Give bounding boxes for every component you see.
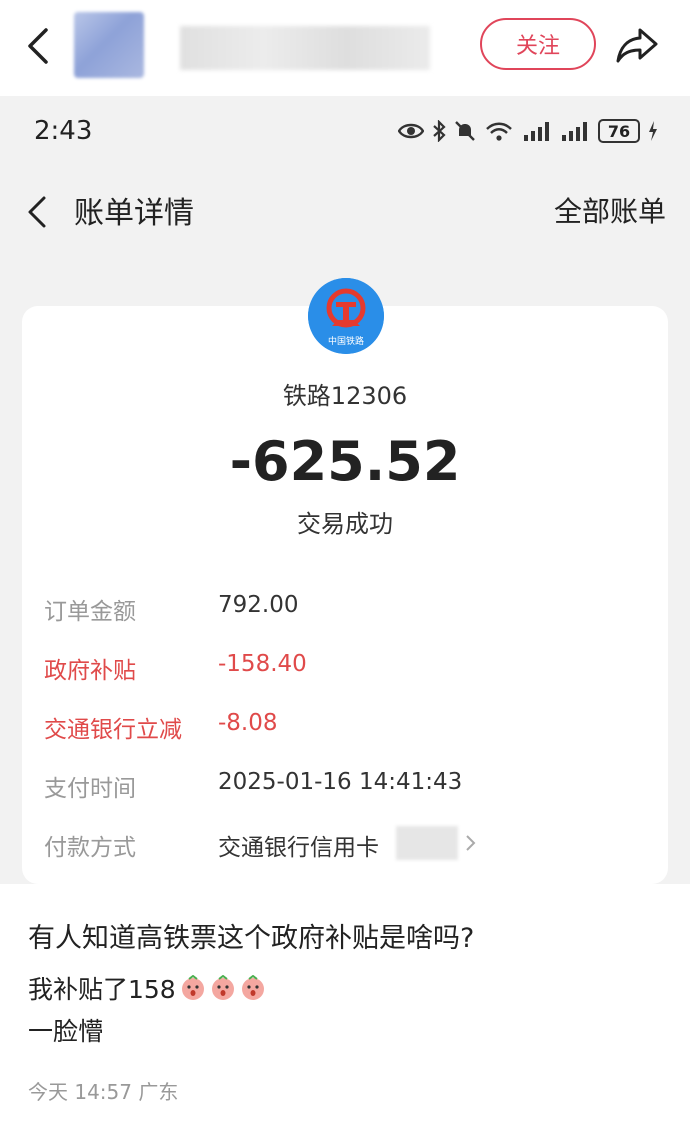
china-railway-logo-icon: 中国铁路: [308, 278, 384, 354]
detail-value: -158.40: [218, 651, 307, 677]
signal-icon: [524, 122, 549, 141]
transaction-status: 交易成功: [297, 510, 393, 538]
author-name-blurred[interactable]: [180, 26, 430, 70]
bill-card: 中国铁路 铁路12306 -625.52 交易成功 订单金额 792.00 政府…: [22, 278, 668, 884]
bill-back-icon[interactable]: [22, 192, 52, 232]
share-icon[interactable]: [614, 24, 660, 66]
detail-label: 政府补贴: [44, 658, 136, 684]
mute-bell-icon: [455, 121, 475, 141]
post-title: 有人知道高铁票这个政府补贴是啥吗?: [28, 923, 475, 954]
charging-icon: [649, 121, 657, 141]
detail-row-payment-time: 支付时间 2025-01-16 14:41:43: [44, 763, 644, 803]
bluetooth-icon: [433, 120, 446, 142]
all-bills-link[interactable]: 全部账单: [554, 190, 666, 230]
status-time: 2:43: [34, 116, 93, 146]
eye-icon: [398, 123, 424, 139]
card-number-blurred: [396, 826, 458, 860]
merchant-name: 铁路12306: [282, 382, 408, 410]
signal-2-icon: [562, 122, 587, 141]
post-body-line-1: 我补贴了158: [28, 970, 266, 1006]
author-avatar-blurred[interactable]: [74, 12, 144, 78]
top-app-bar: 关注: [0, 0, 690, 92]
status-icons: 76: [398, 116, 658, 146]
svg-text:中国铁路: 中国铁路: [328, 335, 364, 347]
detail-value: 792.00: [218, 592, 299, 618]
detail-value: 交通银行信用卡: [218, 835, 379, 861]
shocked-face-emoji-icon: [241, 975, 264, 1000]
post-body-text: 我补贴了158: [28, 975, 176, 1004]
shocked-face-emoji-icon: [211, 975, 234, 1000]
transaction-amount: -625.52: [229, 430, 461, 493]
post-meta: 今天 14:57 广东: [28, 1080, 179, 1104]
detail-row-government-subsidy: 政府补贴 -158.40: [44, 645, 644, 685]
post-body-line-2: 一脸懵: [28, 1017, 104, 1046]
battery-indicator: 76: [598, 119, 640, 143]
wifi-icon: [486, 122, 512, 141]
detail-label: 支付时间: [44, 776, 136, 802]
follow-button[interactable]: 关注: [480, 18, 596, 70]
detail-label: 交通银行立减: [44, 717, 182, 743]
detail-row-payment-method[interactable]: 付款方式 交通银行信用卡: [44, 822, 644, 862]
bill-title: 账单详情: [74, 196, 194, 231]
detail-row-order-amount: 订单金额 792.00: [44, 586, 644, 626]
shocked-face-emoji-icon: [181, 975, 204, 1000]
back-arrow-icon[interactable]: [22, 26, 58, 66]
bill-screenshot: 2:43 76 账单详情 全部账单 中国铁路 铁路12306 -625.52 交…: [0, 96, 690, 884]
detail-row-bank-discount: 交通银行立减 -8.08: [44, 704, 644, 744]
detail-value: 2025-01-16 14:41:43: [218, 769, 463, 795]
chevron-right-icon[interactable]: [462, 828, 480, 858]
detail-label: 订单金额: [44, 599, 136, 625]
detail-label: 付款方式: [44, 835, 136, 861]
detail-value: -8.08: [218, 710, 278, 736]
